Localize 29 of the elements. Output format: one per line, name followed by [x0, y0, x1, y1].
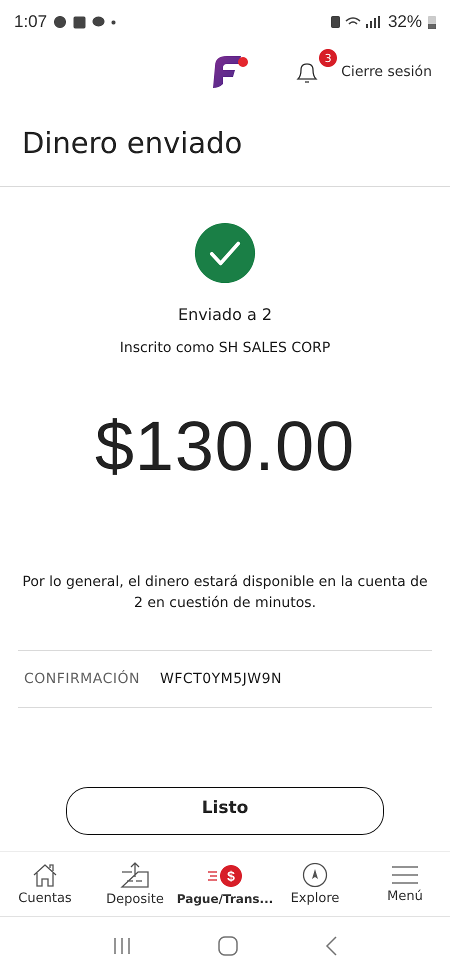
- app-notification-icon: [53, 15, 68, 29]
- confirmation-number: WFCT0YM5JW9N: [160, 671, 282, 688]
- dot-icon: [111, 20, 116, 24]
- recipient-text: Enviado a 2: [178, 305, 272, 324]
- recent-apps-icon[interactable]: [113, 937, 132, 955]
- compass-icon: [302, 862, 328, 888]
- confirmation-label: CONFIRMACIÓN: [24, 671, 140, 688]
- nav-tab[interactable]: $ Pague/Trans...: [180, 862, 270, 906]
- status-time: 1:07: [14, 12, 48, 32]
- deposit-icon: [120, 861, 150, 889]
- nav-tab[interactable]: Menú: [360, 864, 450, 904]
- back-icon[interactable]: [324, 936, 337, 956]
- battery-percent: 32%: [388, 12, 422, 32]
- home-icon[interactable]: [218, 936, 238, 956]
- enrolled-name-text: Inscrito como SH SALES CORP: [120, 340, 330, 356]
- signal-icons: [330, 15, 382, 29]
- image-icon: [73, 16, 86, 28]
- logout-link[interactable]: Cierre sesión: [341, 64, 432, 80]
- house-icon: [31, 862, 59, 888]
- done-button[interactable]: Listo: [66, 787, 384, 835]
- menu-icon: [391, 864, 419, 886]
- nav-tab[interactable]: Cuentas: [0, 862, 90, 906]
- amount-text: $130.00: [94, 406, 356, 486]
- notification-badge: 3: [319, 49, 338, 67]
- chat-icon: [92, 16, 106, 28]
- availability-note: Por lo general, el dinero estará disponible en la cuenta de 2 en cuestión de minutos.: [21, 573, 429, 614]
- app-logo-icon: [211, 54, 250, 90]
- page-title: Dinero enviado: [22, 126, 242, 160]
- battery-icon: [428, 15, 436, 29]
